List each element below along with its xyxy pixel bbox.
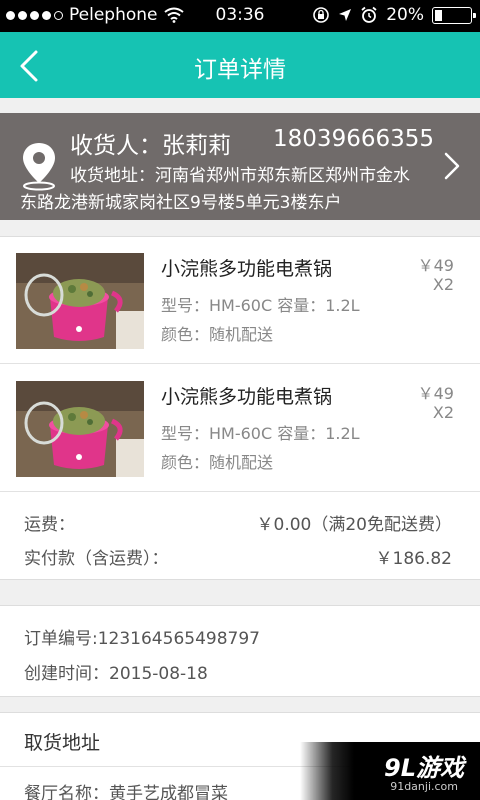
- address-line-2: 东路龙港新城家岗社区9号楼5单元3楼东户: [20, 193, 342, 213]
- amount-paid-label: 实付款（含运费）：: [24, 549, 169, 569]
- product-quantity: X2: [432, 275, 454, 294]
- watermark: 9L游戏 91danji.com: [300, 742, 480, 800]
- pickup-title: 取货地址: [24, 732, 101, 754]
- product-image: [16, 253, 144, 349]
- rotation-lock-icon: [313, 7, 330, 23]
- status-bar: Pelephone 03:36 20%: [0, 0, 480, 32]
- order-number: 订单编号:123164565498797: [24, 629, 260, 649]
- order-info-card: 订单编号:123164565498797 创建时间：2015-08-18: [0, 605, 480, 697]
- shipping-fee-label: 运费：: [24, 515, 75, 535]
- product-color: 颜色：随机配送: [161, 325, 274, 344]
- watermark-logo: 9L游戏: [384, 754, 464, 782]
- list-item[interactable]: 小浣熊多功能电煮锅 ￥49 X2 型号：HM-60C 容量：1.2L 颜色：随机…: [0, 237, 480, 364]
- page-title: 订单详情: [194, 57, 286, 83]
- recipient-name: 收货人：张莉莉: [70, 133, 231, 159]
- battery-icon: [432, 6, 476, 24]
- product-price: ￥49: [417, 384, 454, 403]
- amount-paid-value: ￥186.82: [375, 549, 452, 569]
- watermark-site: 91danji.com: [390, 780, 458, 793]
- product-spec: 型号：HM-60C 容量：1.2L: [161, 424, 360, 443]
- chevron-right-icon: [444, 152, 460, 180]
- list-item[interactable]: 小浣熊多功能电煮锅 ￥49 X2 型号：HM-60C 容量：1.2L 颜色：随机…: [0, 365, 480, 492]
- nav-bar: 订单详情: [0, 32, 480, 98]
- delivery-address-card[interactable]: 收货人：张莉莉 18039666355 收货地址：河南省郑州市郑东新区郑州市金水…: [0, 113, 480, 220]
- order-created-time: 创建时间：2015-08-18: [24, 664, 208, 684]
- product-name: 小浣熊多功能电煮锅: [161, 386, 333, 408]
- product-color: 颜色：随机配送: [161, 453, 274, 472]
- shipping-fee-value: ￥0.00（满20免配送费）: [256, 515, 452, 535]
- product-image: [16, 381, 144, 477]
- alarm-icon: [361, 6, 377, 23]
- restaurant-name: 餐厅名称：黄手艺成都冒菜: [24, 784, 228, 800]
- battery-percent: 20%: [386, 5, 424, 25]
- product-price: ￥49: [417, 256, 454, 275]
- recipient-phone: 18039666355: [273, 126, 434, 152]
- address-line-1: 收货地址：河南省郑州市郑东新区郑州市金水: [70, 166, 410, 186]
- location-arrow-icon: [339, 9, 352, 21]
- recipient-row: 收货人：张莉莉 18039666355: [70, 126, 440, 160]
- product-name: 小浣熊多功能电煮锅: [161, 258, 333, 280]
- product-list: 小浣熊多功能电煮锅 ￥49 X2 型号：HM-60C 容量：1.2L 颜色：随机…: [0, 236, 480, 580]
- location-pin-icon: [23, 143, 55, 191]
- product-quantity: X2: [432, 403, 454, 422]
- product-spec: 型号：HM-60C 容量：1.2L: [161, 296, 360, 315]
